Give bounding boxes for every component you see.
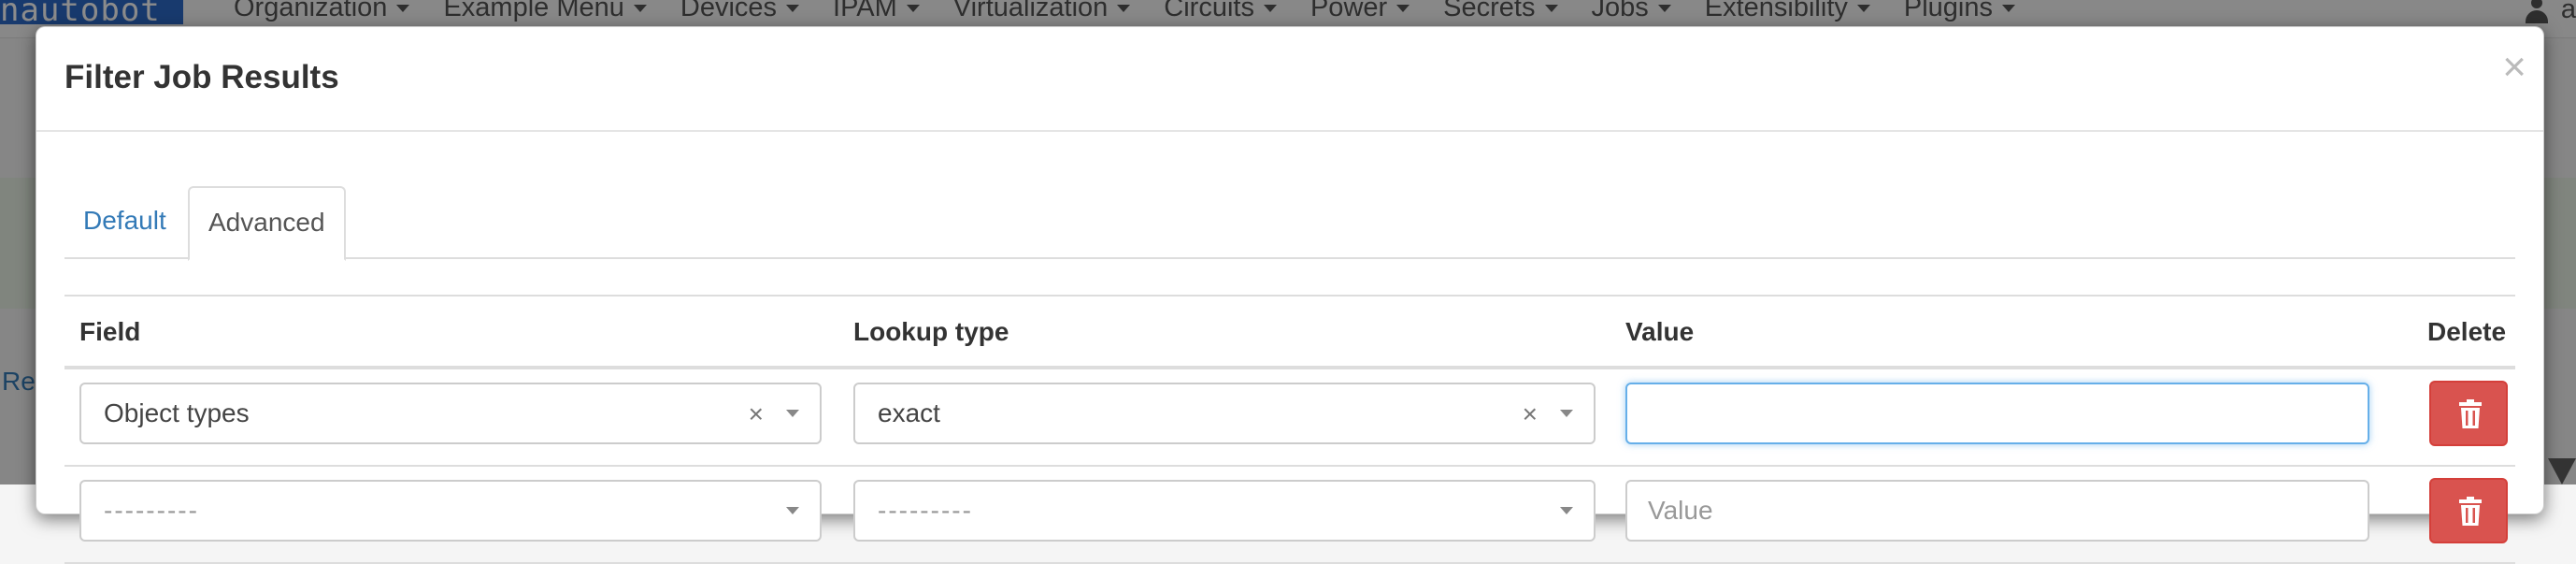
close-icon[interactable]: ×	[2502, 44, 2526, 91]
chevron-down-icon[interactable]	[1560, 410, 1573, 417]
trash-icon	[2459, 399, 2482, 428]
lookup-type-select[interactable]: exact ×	[853, 383, 1596, 444]
clear-icon[interactable]: ×	[1523, 384, 1538, 444]
field-select-value: ---------	[104, 496, 199, 525]
modal-title: Filter Job Results	[64, 59, 339, 95]
header-field: Field	[79, 317, 141, 346]
tab-default[interactable]: Default	[64, 186, 185, 255]
chevron-down-icon[interactable]	[786, 410, 799, 417]
chevron-down-icon[interactable]	[786, 507, 799, 514]
delete-button[interactable]	[2429, 381, 2508, 446]
delete-button[interactable]	[2429, 478, 2508, 543]
lookup-type-select[interactable]: ---------	[853, 480, 1596, 542]
tab-advanced[interactable]: Advanced	[188, 186, 346, 261]
lookup-type-value: exact	[878, 398, 940, 427]
header-value: Value	[1625, 317, 1695, 346]
field-select-value: Object types	[104, 398, 250, 427]
table-row: --------- ---------	[64, 467, 2515, 564]
header-lookup-type: Lookup type	[853, 317, 1009, 346]
chevron-down-icon[interactable]	[1560, 507, 1573, 514]
table-row: Object types × exact ×	[64, 369, 2515, 467]
field-select[interactable]: ---------	[79, 480, 822, 542]
value-input[interactable]	[1625, 383, 2369, 444]
value-input[interactable]	[1625, 480, 2369, 542]
header-delete: Delete	[2427, 317, 2507, 346]
clear-icon[interactable]: ×	[749, 384, 764, 444]
field-select[interactable]: Object types ×	[79, 383, 822, 444]
lookup-type-value: ---------	[878, 496, 973, 525]
filter-tabs: Default Advanced	[64, 160, 2515, 261]
filter-table: Field Lookup type Value Delete Object ty…	[64, 295, 2515, 564]
filter-modal: Filter Job Results × Default Advanced Fi…	[36, 26, 2544, 564]
modal-header: Filter Job Results ×	[36, 27, 2543, 132]
trash-icon	[2459, 497, 2482, 526]
table-header: Field Lookup type Value Delete	[64, 296, 2515, 369]
